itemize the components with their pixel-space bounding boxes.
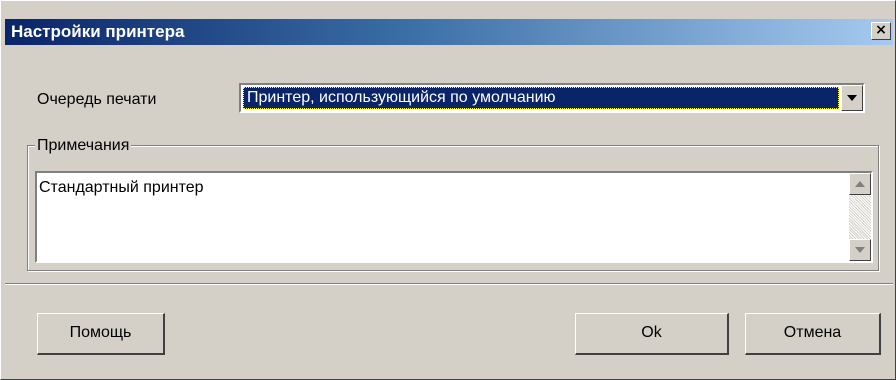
separator (5, 283, 893, 285)
print-queue-select[interactable]: Принтер, использующийся по умолчанию (239, 83, 865, 113)
scroll-up-button[interactable] (849, 173, 871, 195)
scroll-down-button[interactable] (849, 239, 871, 261)
scroll-down-icon (855, 247, 865, 253)
cancel-button[interactable]: Отмена (745, 313, 881, 355)
dropdown-button[interactable] (841, 85, 863, 111)
notes-text: Стандартный принтер (39, 179, 204, 196)
printer-settings-dialog: Настройки принтера × Очередь печати Прин… (0, 0, 896, 380)
scroll-up-icon (855, 181, 865, 187)
ok-button[interactable]: Ok (575, 313, 729, 355)
print-queue-selected-value: Принтер, использующийся по умолчанию (243, 87, 839, 109)
close-icon: × (875, 22, 887, 38)
title-bar[interactable]: Настройки принтера × (5, 19, 893, 45)
print-queue-label: Очередь печати (37, 91, 157, 108)
help-button[interactable]: Помощь (37, 313, 165, 355)
notes-textarea[interactable]: Стандартный принтер (35, 171, 873, 263)
close-button[interactable]: × (871, 22, 891, 40)
notes-scrollbar[interactable] (849, 173, 871, 261)
chevron-down-icon (847, 95, 857, 101)
notes-group-label: Примечания (35, 137, 132, 155)
window-title: Настройки принтера (11, 22, 185, 41)
